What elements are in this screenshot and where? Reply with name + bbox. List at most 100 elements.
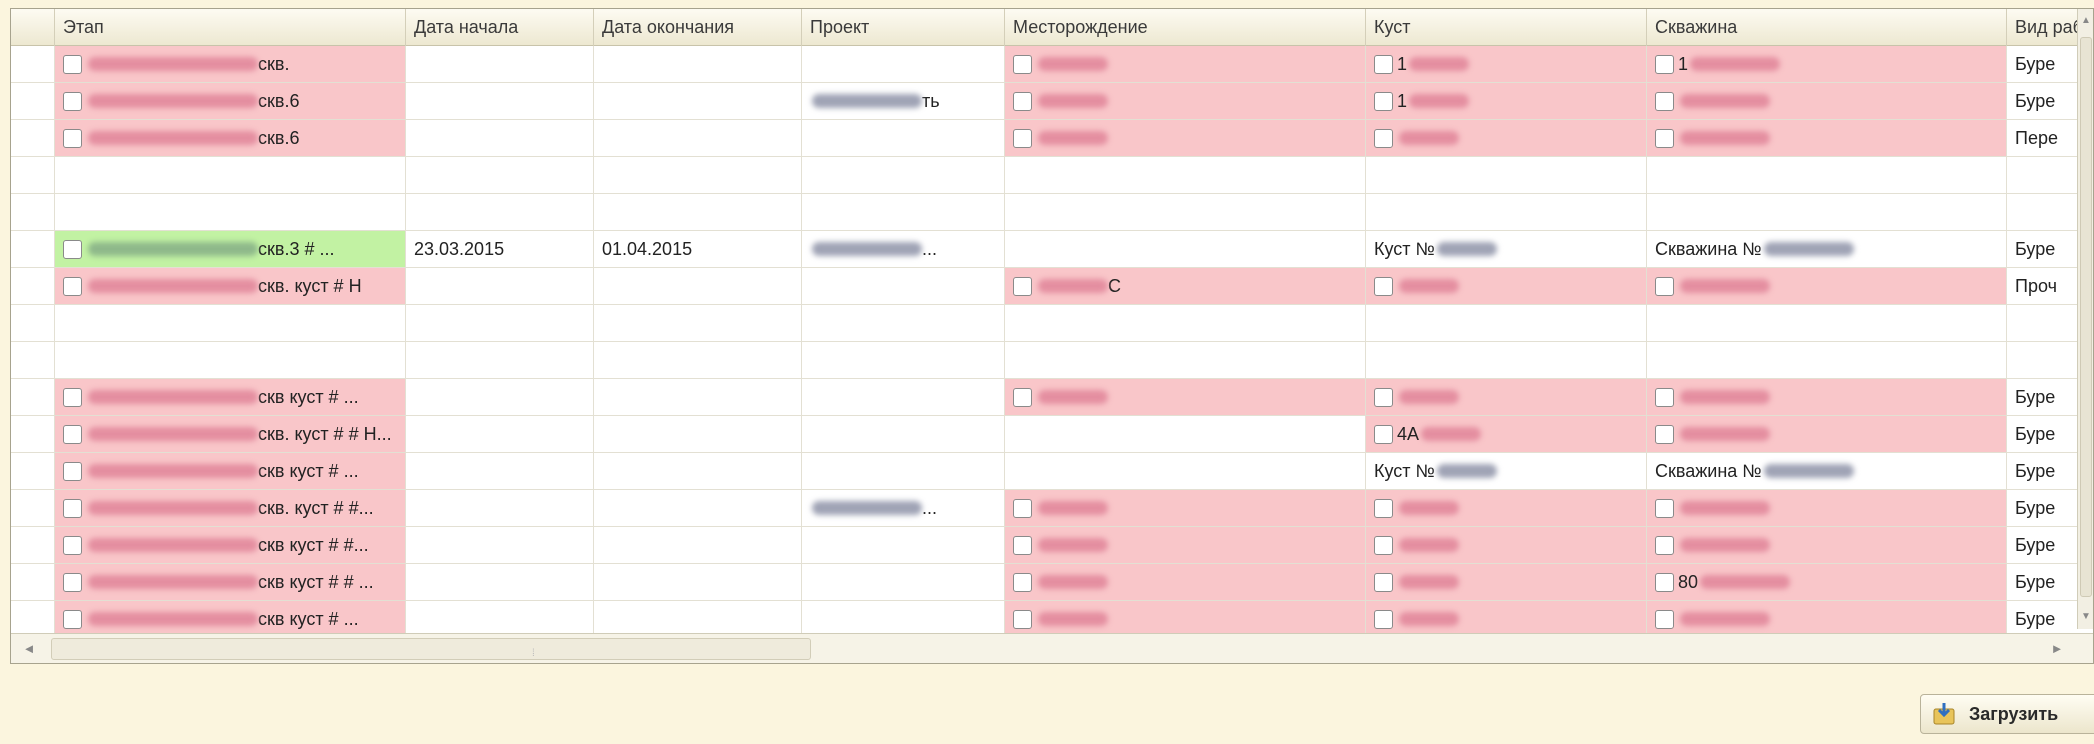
cell-field[interactable] [1005,601,1366,637]
row-selector[interactable] [11,268,55,304]
table-row[interactable] [11,194,2093,231]
cell-work[interactable]: Буре [2007,601,2079,637]
cell-end[interactable] [594,453,802,489]
cell-end[interactable] [594,157,802,193]
checkbox[interactable] [1655,498,1674,518]
checkbox[interactable] [63,498,82,518]
column-header-project[interactable]: Проект [802,9,1005,46]
cell-start[interactable] [406,342,594,378]
checkbox[interactable] [1655,424,1674,444]
checkbox[interactable] [1374,128,1393,148]
cell-project[interactable] [802,157,1005,193]
cell-well[interactable]: Скважина № [1647,453,2007,489]
table-row[interactable]: скв куст # ... Куст № Скважина № Буре [11,453,2093,490]
cell-start[interactable] [406,416,594,452]
cell-pad[interactable]: 4А [1366,416,1647,452]
cell-work[interactable] [2007,194,2079,230]
cell-field[interactable] [1005,305,1366,341]
cell-well[interactable] [1647,416,2007,452]
column-header-end-date[interactable]: Дата окончания [594,9,802,46]
cell-field[interactable] [1005,564,1366,600]
cell-project[interactable] [802,46,1005,82]
scroll-up-icon[interactable]: ▲ [2078,11,2093,31]
cell-project[interactable] [802,342,1005,378]
cell-well[interactable]: 1 [1647,46,2007,82]
cell-pad[interactable] [1366,379,1647,415]
cell-project[interactable] [802,416,1005,452]
cell-well[interactable]: Скважина № [1647,231,2007,267]
load-button[interactable]: Загрузить [1920,694,2094,734]
cell-field[interactable] [1005,342,1366,378]
cell-well[interactable] [1647,194,2007,230]
cell-field[interactable] [1005,379,1366,415]
cell-pad[interactable] [1366,490,1647,526]
cell-stage[interactable]: скв куст # ... [55,453,406,489]
cell-start[interactable] [406,46,594,82]
cell-project[interactable] [802,194,1005,230]
table-row[interactable]: скв.6 ть 1 Буре [11,83,2093,120]
cell-stage[interactable]: скв.3 # ... [55,231,406,267]
cell-work[interactable]: Буре [2007,453,2079,489]
cell-project[interactable]: ... [802,490,1005,526]
cell-pad[interactable] [1366,157,1647,193]
cell-start[interactable] [406,379,594,415]
table-row[interactable] [11,157,2093,194]
cell-work[interactable] [2007,305,2079,341]
checkbox[interactable] [1655,387,1674,407]
cell-pad[interactable]: Куст № [1366,453,1647,489]
cell-stage[interactable]: скв куст # ... [55,601,406,637]
row-selector[interactable] [11,453,55,489]
row-selector[interactable] [11,601,55,637]
checkbox[interactable] [1655,535,1674,555]
checkbox[interactable] [63,535,82,555]
cell-pad[interactable] [1366,527,1647,563]
row-selector[interactable] [11,564,55,600]
table-row[interactable]: скв. куст # Н С Проч [11,268,2093,305]
cell-well[interactable] [1647,157,2007,193]
cell-field[interactable] [1005,527,1366,563]
cell-project[interactable] [802,453,1005,489]
checkbox[interactable] [1374,387,1393,407]
cell-pad[interactable] [1366,601,1647,637]
row-selector[interactable] [11,194,55,230]
cell-well[interactable] [1647,120,2007,156]
checkbox[interactable] [63,424,82,444]
cell-work[interactable]: Буре [2007,46,2079,82]
cell-pad[interactable]: 1 [1366,83,1647,119]
checkbox[interactable] [1013,572,1032,592]
cell-stage[interactable]: скв. куст # #... [55,490,406,526]
checkbox[interactable] [63,128,82,148]
cell-field[interactable] [1005,453,1366,489]
cell-field[interactable]: С [1005,268,1366,304]
cell-well[interactable] [1647,268,2007,304]
cell-stage[interactable] [55,305,406,341]
cell-end[interactable] [594,342,802,378]
checkbox[interactable] [1374,91,1393,111]
checkbox[interactable] [63,609,82,629]
column-header-start-date[interactable]: Дата начала [406,9,594,46]
row-selector[interactable] [11,379,55,415]
checkbox[interactable] [1655,54,1674,74]
table-row[interactable]: скв куст # #... Буре [11,527,2093,564]
cell-end[interactable] [594,490,802,526]
cell-field[interactable] [1005,231,1366,267]
cell-well[interactable] [1647,342,2007,378]
cell-end[interactable]: 01.04.2015 [594,231,802,267]
row-selector[interactable] [11,157,55,193]
cell-end[interactable] [594,83,802,119]
checkbox[interactable] [1655,572,1674,592]
cell-stage[interactable]: скв. [55,46,406,82]
row-selector[interactable] [11,416,55,452]
cell-field[interactable] [1005,194,1366,230]
vertical-scroll-thumb[interactable] [2080,37,2092,597]
cell-pad[interactable]: Куст № [1366,231,1647,267]
cell-pad[interactable] [1366,268,1647,304]
checkbox[interactable] [1374,54,1393,74]
table-row[interactable] [11,342,2093,379]
cell-start[interactable] [406,527,594,563]
cell-work[interactable]: Пере [2007,120,2079,156]
table-row[interactable] [11,305,2093,342]
cell-stage[interactable] [55,157,406,193]
checkbox[interactable] [1013,609,1032,629]
cell-stage[interactable]: скв куст # ... [55,379,406,415]
